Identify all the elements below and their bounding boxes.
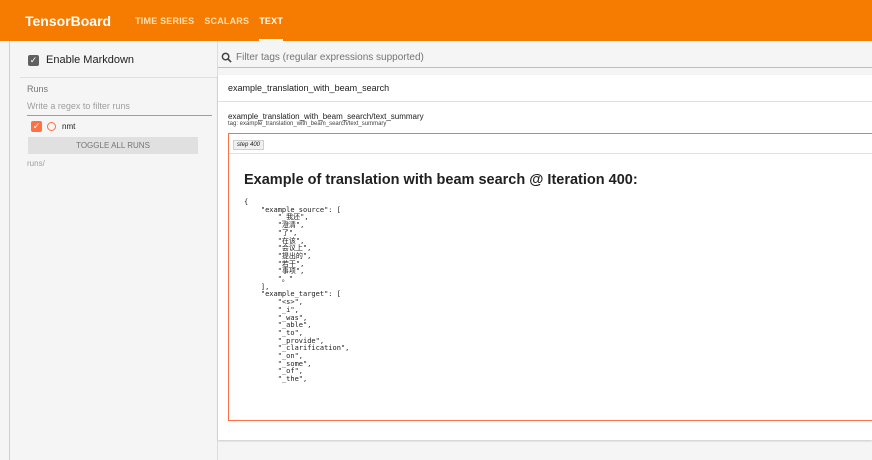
tag-filter-input[interactable]: Filter tags (regular expressions support… — [218, 47, 872, 68]
top-app-bar: TensorBoard TIME SERIES SCALARS TEXT — [0, 0, 872, 41]
markdown-checkbox[interactable]: ✓ — [28, 54, 39, 66]
filter-placeholder: Filter tags (regular expressions support… — [236, 51, 424, 63]
divider — [229, 153, 872, 154]
summary-name: example_translation_with_beam_search/tex… — [228, 112, 424, 121]
run-color-circle-icon[interactable] — [47, 122, 56, 131]
run-regex-input[interactable]: Write a regex to filter runs — [27, 98, 212, 116]
divider — [20, 77, 217, 78]
sidebar: ✓ Enable Markdown Runs Write a regex to … — [10, 41, 218, 460]
markdown-heading: Example of translation with beam search … — [244, 172, 638, 188]
enable-markdown-toggle[interactable]: ✓ Enable Markdown — [28, 54, 134, 66]
card-header: example_translation_with_beam_search — [218, 75, 872, 102]
tab-scalars[interactable]: SCALARS — [204, 0, 249, 41]
run-name: nmt — [62, 122, 76, 131]
tab-time-series[interactable]: TIME SERIES — [135, 0, 194, 41]
run-item-nmt[interactable]: ✓ nmt — [31, 121, 75, 132]
json-code-block: { "example_source": [ "_我还", "澄清", "了", … — [244, 198, 350, 384]
step-badge: step 400 — [233, 140, 265, 150]
search-icon — [221, 52, 232, 63]
summary-tag: tag: example_translation_with_beam_searc… — [228, 121, 387, 127]
runs-path: runs/ — [27, 159, 45, 168]
text-card: example_translation_with_beam_search exa… — [218, 75, 872, 440]
app-title: TensorBoard — [25, 12, 112, 29]
enable-markdown-label: Enable Markdown — [46, 54, 135, 66]
runs-title: Runs — [27, 84, 49, 94]
tab-text[interactable]: TEXT — [259, 0, 284, 41]
toggle-all-runs-button[interactable]: TOGGLE ALL RUNS — [28, 137, 198, 154]
run-checkbox[interactable]: ✓ — [31, 121, 42, 132]
text-summary-panel[interactable]: step 400 Example of translation with bea… — [228, 133, 872, 421]
